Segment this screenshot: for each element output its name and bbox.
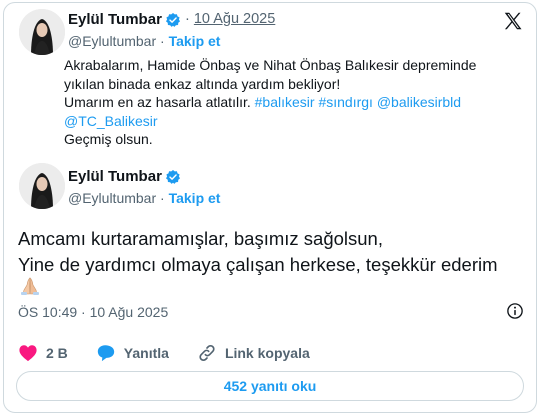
- quoted-text-line-1: Akrabalarım, Hamide Önbaş ve Nihat Önbaş…: [64, 57, 477, 73]
- copy-link-label: Link kopyala: [224, 345, 310, 361]
- reply-button[interactable]: Yanıtla: [96, 344, 169, 362]
- reply-label: Yanıtla: [123, 345, 169, 361]
- post-text-line-2: Yine de yardımcı olmaya çalışan herkese,…: [18, 254, 498, 275]
- post-follow-button[interactable]: Takip et: [169, 190, 221, 206]
- x-logo-icon[interactable]: [502, 10, 524, 32]
- quoted-text-line-5: Geçmiş olsun.: [64, 131, 153, 147]
- quoted-date-link[interactable]: 10 Ağu 2025: [194, 11, 275, 27]
- like-button[interactable]: 2 B: [18, 344, 68, 362]
- copy-link-button[interactable]: Link kopyala: [197, 343, 310, 363]
- post-avatar[interactable]: [19, 163, 65, 209]
- heart-icon: [19, 345, 37, 362]
- read-replies-button[interactable]: 452 yanıtı oku: [16, 371, 524, 401]
- quoted-follow-button[interactable]: Takip et: [169, 33, 221, 49]
- quoted-avatar[interactable]: [19, 9, 65, 55]
- verified-badge-icon: [166, 170, 180, 184]
- info-icon[interactable]: [506, 302, 524, 320]
- quoted-date[interactable]: · 10 Ağu 2025: [185, 11, 275, 27]
- mention-tc-balikesir[interactable]: @TC_Balikesir: [64, 113, 158, 129]
- like-count: 2 B: [46, 345, 68, 361]
- verified-badge-icon: [166, 13, 180, 27]
- post-text: Amcamı kurtaramamışlar, başımız sağolsun…: [18, 226, 528, 278]
- quoted-text-line-4: @TC_Balikesir: [64, 112, 524, 131]
- post-handle[interactable]: @Eylultumbar: [68, 190, 156, 206]
- quoted-handle[interactable]: @Eylultumbar: [68, 33, 156, 49]
- action-bar: 2 B Yanıtla Link kopyala: [18, 342, 518, 364]
- post-text-line-1: Amcamı kurtaramamışlar, başımız sağolsun…: [18, 228, 383, 249]
- post-timestamp[interactable]: ÖS 10:49 · 10 Ağu 2025: [18, 304, 168, 320]
- mention-balikesirbld[interactable]: @balikesirbld: [377, 94, 461, 110]
- praying-hands-icon: [21, 277, 39, 295]
- quoted-handle-row: @Eylultumbar · Takip et: [68, 33, 221, 49]
- link-icon: [199, 344, 215, 362]
- quoted-author-name[interactable]: Eylül Tumbar: [68, 11, 162, 28]
- post-handle-row: @Eylultumbar · Takip et: [68, 190, 221, 206]
- post-author-name[interactable]: Eylül Tumbar: [68, 168, 162, 185]
- hashtag-sindirgi[interactable]: #sındırgı: [318, 94, 372, 110]
- reply-bubble-icon: [97, 345, 114, 362]
- quoted-text-line-3: Umarım en az hasarla atlatılır. #balıkes…: [64, 94, 462, 110]
- quoted-tweet-text: Akrabalarım, Hamide Önbaş ve Nihat Önbaş…: [64, 56, 524, 149]
- quoted-text-line-2: yıkılan binada enkaz altında yardım bekl…: [64, 75, 341, 92]
- hashtag-balikesir[interactable]: #balıkesir: [255, 94, 315, 110]
